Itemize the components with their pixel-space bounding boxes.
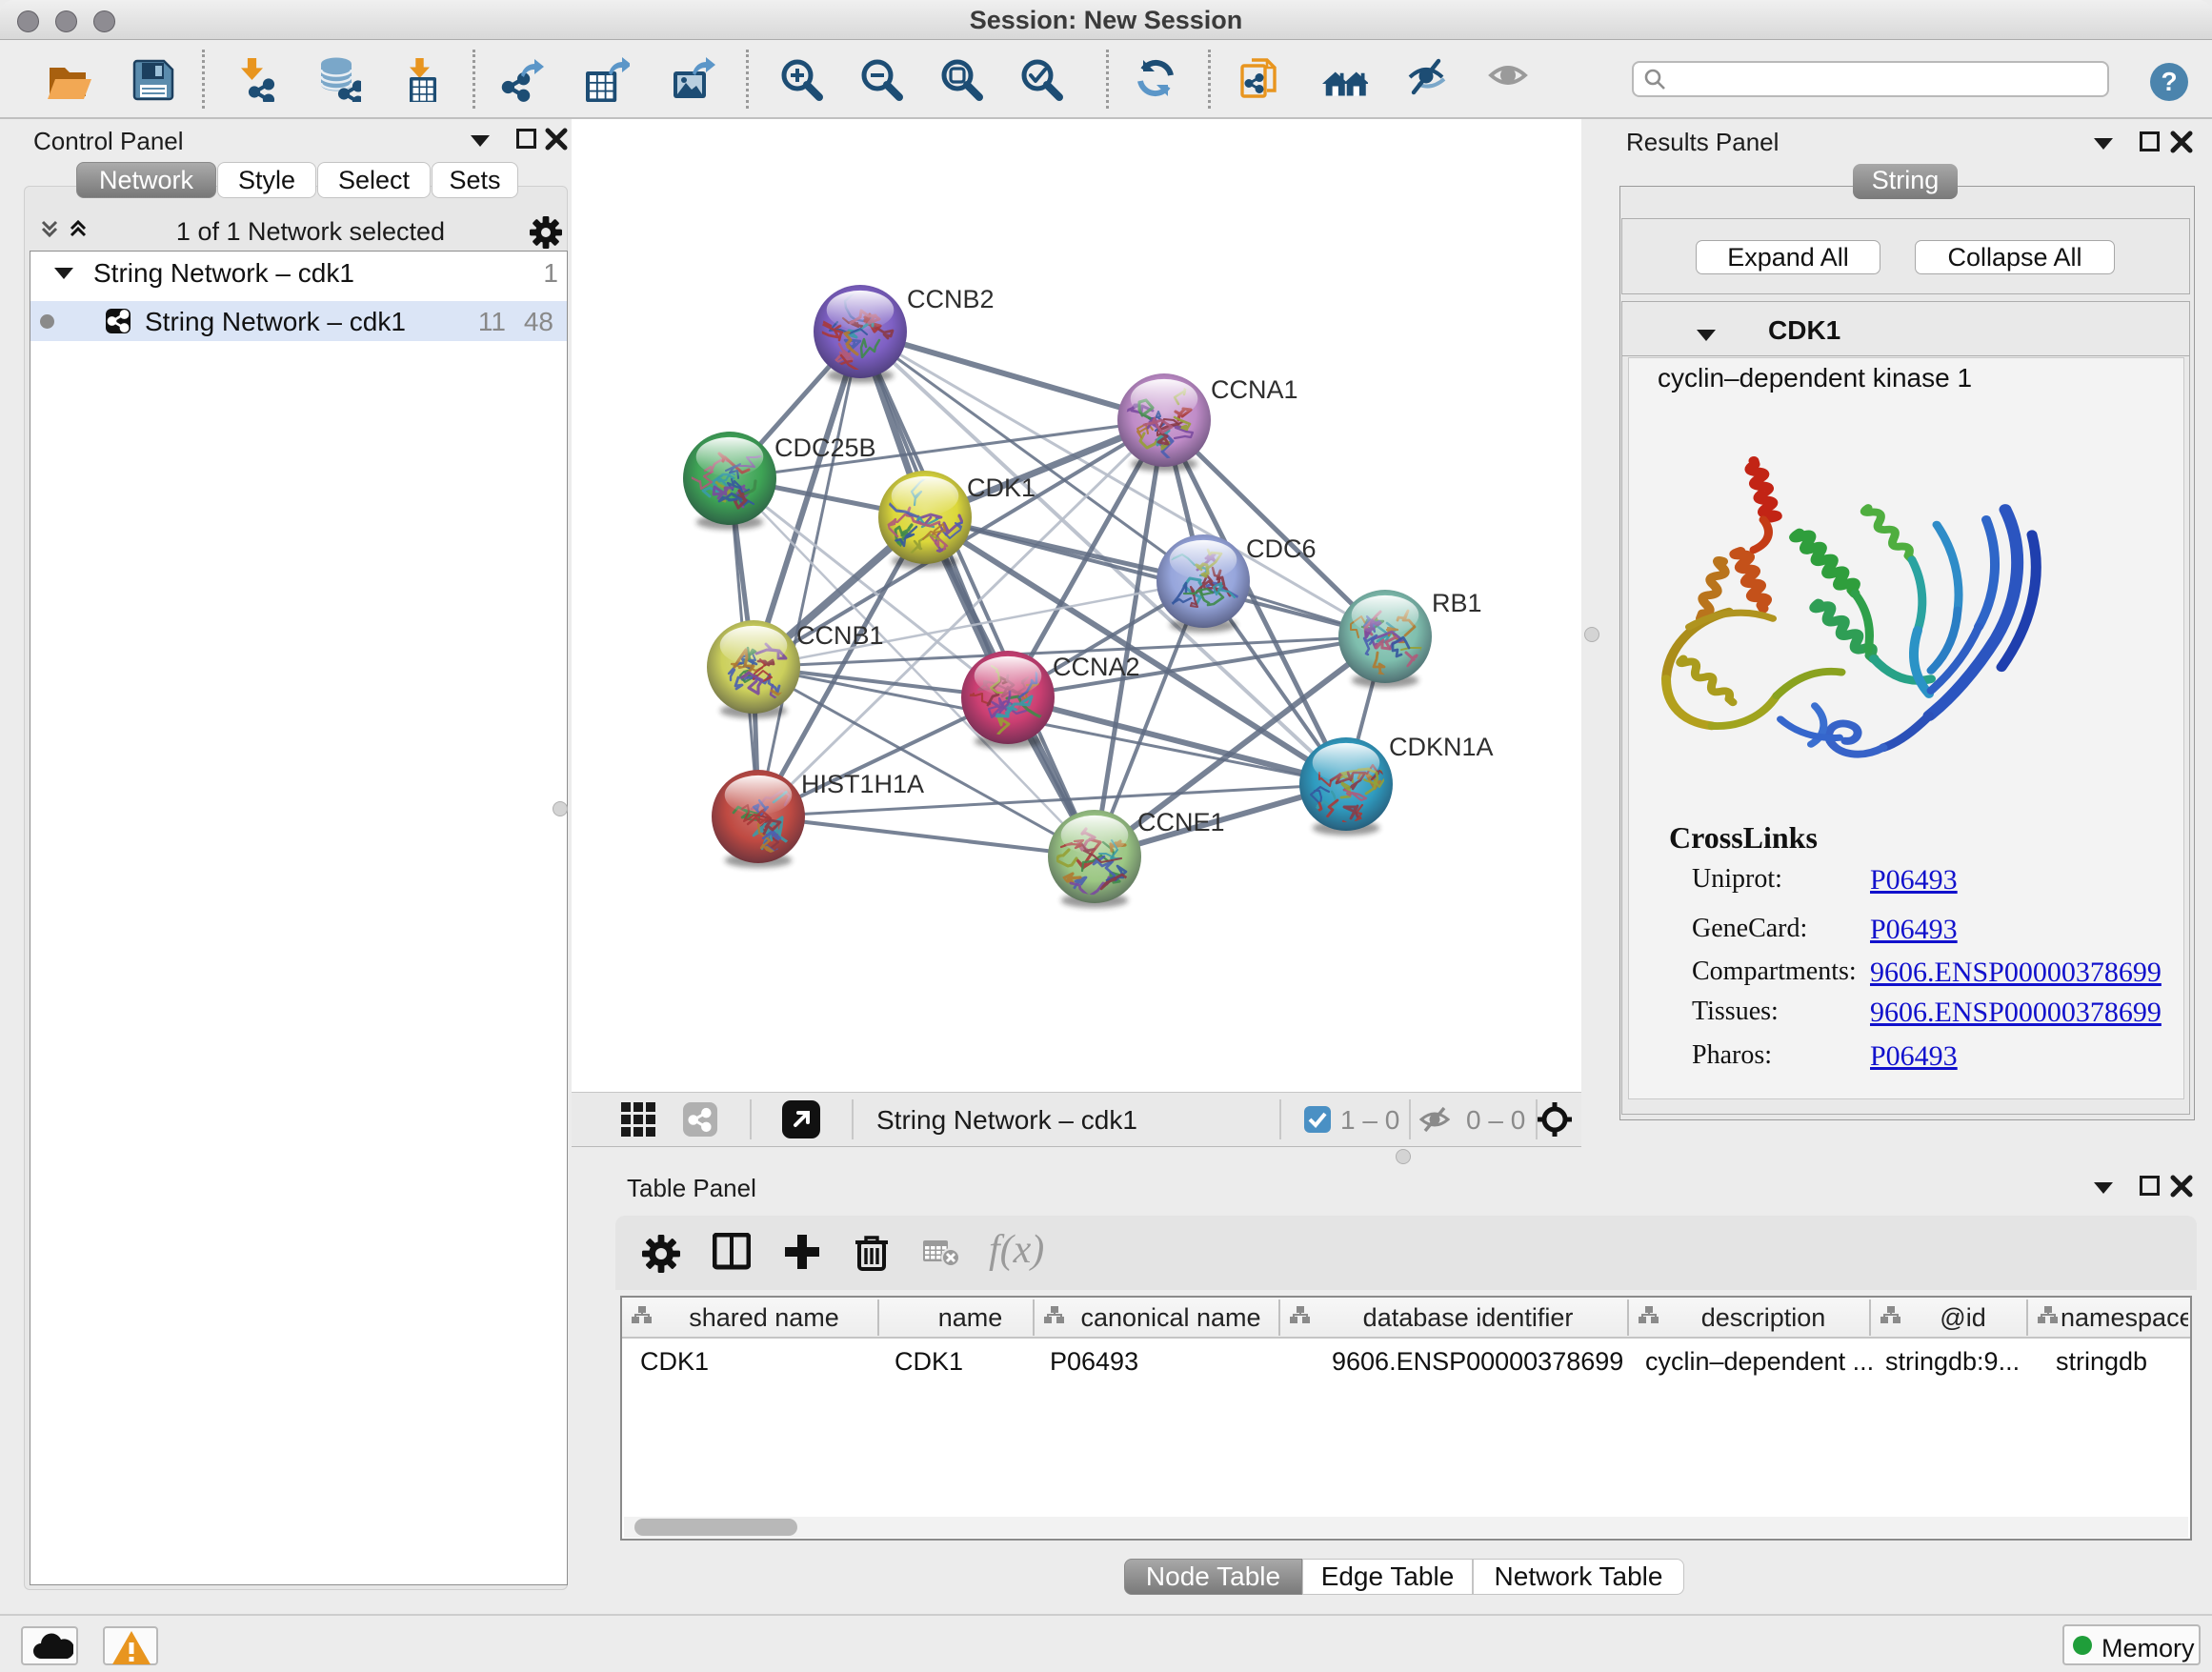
svg-text:CCNB1: CCNB1 <box>796 621 884 650</box>
svg-text:CCNE1: CCNE1 <box>1137 808 1225 836</box>
svg-text:CCNA1: CCNA1 <box>1211 375 1298 404</box>
svg-text:CCNB2: CCNB2 <box>907 285 995 313</box>
svg-text:HIST1H1A: HIST1H1A <box>801 770 924 798</box>
svg-text:RB1: RB1 <box>1432 589 1482 617</box>
svg-text:CDKN1A: CDKN1A <box>1389 733 1494 761</box>
svg-text:CDC25B: CDC25B <box>774 433 876 462</box>
svg-text:?: ? <box>2161 67 2177 96</box>
svg-text:CDK1: CDK1 <box>967 473 1036 502</box>
svg-text:CDC6: CDC6 <box>1246 534 1317 563</box>
svg-text:CCNA2: CCNA2 <box>1053 653 1140 681</box>
